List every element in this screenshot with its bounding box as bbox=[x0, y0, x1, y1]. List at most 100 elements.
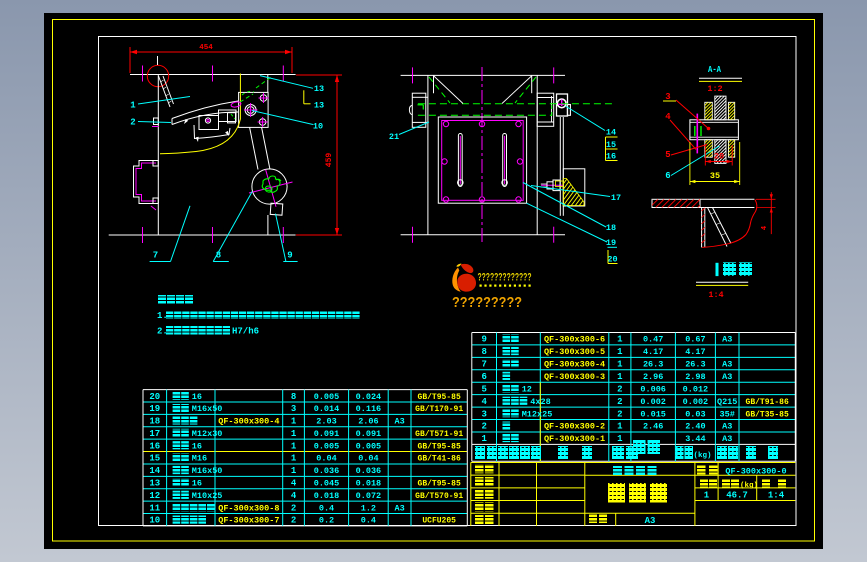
svg-text:8: 8 bbox=[481, 347, 486, 357]
svg-text:13: 13 bbox=[314, 84, 324, 94]
svg-text:1: 1 bbox=[481, 434, 487, 444]
svg-text:A3: A3 bbox=[722, 372, 732, 382]
svg-text:GB/T35-85: GB/T35-85 bbox=[746, 410, 789, 419]
svg-text:3.44: 3.44 bbox=[685, 434, 705, 444]
svg-text:0.47: 0.47 bbox=[643, 335, 663, 345]
svg-text:20: 20 bbox=[714, 152, 724, 162]
svg-text:A-A: A-A bbox=[708, 64, 721, 75]
svg-text:0.2: 0.2 bbox=[319, 516, 334, 526]
svg-text:UCFU205: UCFU205 bbox=[422, 517, 456, 526]
svg-text:4: 4 bbox=[761, 226, 769, 230]
svg-text:GB/T95-85: GB/T95-85 bbox=[418, 480, 461, 489]
svg-text:0.002: 0.002 bbox=[683, 397, 709, 407]
svg-text:2.46: 2.46 bbox=[643, 422, 663, 432]
svg-text:15: 15 bbox=[149, 454, 160, 464]
svg-text:M10x25: M10x25 bbox=[192, 491, 223, 501]
svg-text:A3: A3 bbox=[394, 417, 404, 427]
svg-text:17: 17 bbox=[611, 193, 621, 203]
svg-text:454: 454 bbox=[199, 44, 213, 52]
svg-text:10: 10 bbox=[313, 122, 323, 132]
svg-text:16: 16 bbox=[192, 441, 202, 451]
svg-text:1: 1 bbox=[617, 434, 623, 444]
svg-text:0.4: 0.4 bbox=[361, 516, 376, 526]
svg-text:19: 19 bbox=[149, 404, 160, 414]
svg-text:GB/T170-91: GB/T170-91 bbox=[415, 405, 463, 414]
svg-text:26.3: 26.3 bbox=[685, 360, 705, 370]
svg-text:2: 2 bbox=[130, 118, 135, 128]
svg-text:5: 5 bbox=[665, 150, 670, 160]
svg-text:21: 21 bbox=[389, 132, 399, 142]
svg-text:1: 1 bbox=[291, 466, 297, 476]
svg-text:0.091: 0.091 bbox=[356, 429, 382, 439]
svg-text:QF-300x300-3: QF-300x300-3 bbox=[544, 372, 605, 382]
svg-text:M16x50: M16x50 bbox=[192, 404, 223, 414]
svg-text:Q215: Q215 bbox=[717, 397, 737, 407]
svg-text:2: 2 bbox=[481, 422, 486, 432]
svg-text:2: 2 bbox=[617, 384, 622, 394]
svg-text:0.045: 0.045 bbox=[314, 479, 340, 489]
svg-text:QF-300x300-8: QF-300x300-8 bbox=[218, 503, 279, 513]
svg-text:46.7: 46.7 bbox=[726, 491, 748, 501]
svg-text:2.96: 2.96 bbox=[643, 372, 663, 382]
svg-text:M16x50: M16x50 bbox=[192, 466, 223, 476]
svg-text:12: 12 bbox=[522, 384, 532, 394]
svg-text:0.04: 0.04 bbox=[358, 454, 378, 464]
svg-text:4.17: 4.17 bbox=[685, 347, 705, 357]
svg-text:1:2: 1:2 bbox=[707, 84, 722, 94]
svg-text:A3: A3 bbox=[722, 360, 732, 370]
svg-text:1: 1 bbox=[130, 101, 136, 111]
svg-text:?????????????: ????????????? bbox=[478, 272, 532, 284]
svg-text:16: 16 bbox=[192, 392, 202, 402]
svg-text:13: 13 bbox=[149, 479, 160, 489]
svg-text:0.014: 0.014 bbox=[314, 404, 340, 414]
svg-text:1:4: 1:4 bbox=[768, 491, 785, 501]
svg-text:0.002: 0.002 bbox=[640, 397, 666, 407]
svg-text:1: 1 bbox=[617, 422, 623, 432]
svg-text:QF-300x300-7: QF-300x300-7 bbox=[218, 516, 279, 526]
svg-text:9: 9 bbox=[287, 251, 292, 261]
svg-text:4: 4 bbox=[291, 491, 297, 501]
svg-text:19: 19 bbox=[606, 238, 616, 248]
svg-text:0.018: 0.018 bbox=[314, 491, 340, 501]
svg-text:GB/T91-86: GB/T91-86 bbox=[746, 398, 789, 407]
svg-text:35#: 35# bbox=[720, 409, 735, 419]
svg-text:0.04: 0.04 bbox=[316, 454, 336, 464]
svg-text:4: 4 bbox=[481, 397, 487, 407]
svg-text:(kg): (kg) bbox=[694, 452, 712, 460]
svg-text:1: 1 bbox=[617, 372, 623, 382]
svg-text:26.3: 26.3 bbox=[643, 360, 663, 370]
svg-text:1: 1 bbox=[291, 441, 297, 451]
svg-text:QF-300x300-0: QF-300x300-0 bbox=[725, 467, 786, 477]
svg-text:0.018: 0.018 bbox=[356, 479, 382, 489]
svg-text:A3: A3 bbox=[722, 335, 732, 345]
svg-text:1.2: 1.2 bbox=[361, 503, 376, 513]
svg-text:1:4: 1:4 bbox=[708, 290, 723, 300]
svg-text:0.67: 0.67 bbox=[685, 335, 705, 345]
svg-text:GB/T41-86: GB/T41-86 bbox=[418, 455, 461, 464]
svg-text:0.036: 0.036 bbox=[356, 466, 382, 476]
svg-text:H7/h6: H7/h6 bbox=[232, 327, 259, 337]
svg-text:(kg): (kg) bbox=[740, 482, 758, 490]
svg-text:7: 7 bbox=[481, 360, 486, 370]
svg-text:10: 10 bbox=[149, 516, 160, 526]
svg-text:1: 1 bbox=[291, 454, 297, 464]
svg-text:QF-300x300-6: QF-300x300-6 bbox=[544, 335, 605, 345]
svg-text:8: 8 bbox=[291, 392, 296, 402]
svg-text:5: 5 bbox=[481, 384, 486, 394]
svg-text:14: 14 bbox=[606, 128, 616, 138]
svg-text:8: 8 bbox=[216, 251, 221, 261]
svg-text:12: 12 bbox=[149, 491, 160, 501]
svg-text:QF-300x300-5: QF-300x300-5 bbox=[544, 347, 605, 357]
svg-text:1: 1 bbox=[291, 417, 297, 427]
svg-text:0.4: 0.4 bbox=[319, 503, 334, 513]
svg-text:1: 1 bbox=[291, 429, 297, 439]
svg-text:A3: A3 bbox=[722, 434, 732, 444]
svg-text:4x28: 4x28 bbox=[530, 397, 550, 407]
svg-text:16: 16 bbox=[149, 441, 160, 451]
svg-text:2.03: 2.03 bbox=[316, 417, 336, 427]
svg-text:18: 18 bbox=[606, 223, 616, 233]
svg-text:0.005: 0.005 bbox=[356, 441, 382, 451]
svg-text:0.015: 0.015 bbox=[640, 409, 666, 419]
svg-text:A3: A3 bbox=[645, 516, 656, 526]
svg-text:0.072: 0.072 bbox=[356, 491, 382, 501]
